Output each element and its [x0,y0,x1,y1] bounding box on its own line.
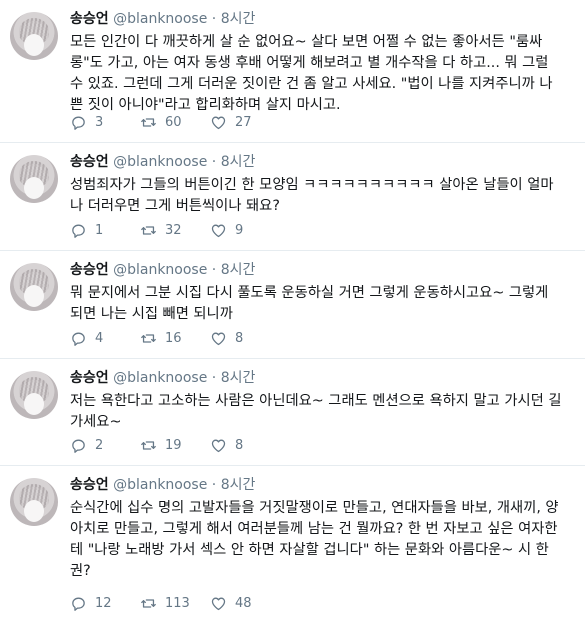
tweet-timestamp[interactable]: 8시간 [221,370,256,386]
tweet[interactable]: 송승언 @blanknoose · 8시간 순식간에 십수 명의 고발자들을 거… [0,466,585,623]
retweet-button[interactable]: 60 [140,114,210,131]
like-count: 27 [235,114,252,130]
reply-icon [72,597,85,611]
retweet-count: 19 [165,437,182,453]
reply-icon [72,224,85,238]
tweet-header: 송승언 @blanknoose · 8시간 [70,153,573,171]
tweet-header: 송승언 @blanknoose · 8시간 [70,476,573,494]
heart-icon [211,224,226,237]
retweet-icon [141,598,156,608]
retweet-count: 32 [165,222,182,238]
tweet-timestamp[interactable]: 8시간 [221,154,256,170]
author-name[interactable]: 송승언 [70,11,109,27]
tweet-header: 송승언 @blanknoose · 8시간 [70,369,573,387]
tweet-timestamp[interactable]: 8시간 [221,262,256,278]
separator-dot: · [211,370,217,386]
reply-count: 1 [95,222,104,238]
retweet-button[interactable]: 16 [140,330,210,347]
tweet-header: 송승언 @blanknoose · 8시간 [70,261,573,279]
separator-dot: · [211,11,217,27]
reply-button[interactable]: 4 [70,330,140,347]
tweet-text: 모든 인간이 다 깨끗하게 살 순 없어요~ 살다 보면 어쩔 수 없는 좋아서… [70,34,553,113]
tweet-text: 저는 욕한다고 고소하는 사람은 아닌데요~ 그래도 멘션으로 욕하지 말고 가… [70,393,562,430]
tweet[interactable]: 송승언 @blanknoose · 8시간 뭐 문지에서 그분 시집 다시 풀도… [0,251,585,359]
author-name[interactable]: 송승언 [70,262,109,278]
reply-count: 3 [95,114,104,130]
like-button[interactable]: 48 [210,595,280,612]
retweet-icon [141,333,156,343]
reply-icon [72,439,85,453]
author-handle[interactable]: @blanknoose [113,11,207,27]
retweet-count: 16 [165,330,182,346]
avatar[interactable] [10,263,58,311]
avatar[interactable] [10,478,58,526]
heart-icon [211,439,226,452]
reply-button[interactable]: 2 [70,437,140,454]
author-handle[interactable]: @blanknoose [113,477,207,493]
reply-count: 12 [95,595,112,611]
reply-button[interactable]: 1 [70,222,140,239]
separator-dot: · [211,477,217,493]
like-button[interactable]: 9 [210,222,280,239]
like-button[interactable]: 8 [210,437,280,454]
reply-icon [72,332,85,346]
retweet-button[interactable]: 32 [140,222,210,239]
like-count: 8 [235,330,244,346]
reply-icon [72,116,85,130]
retweet-icon [141,117,156,127]
reply-button[interactable]: 3 [70,114,140,131]
reply-count: 2 [95,437,104,453]
heart-icon [211,332,226,345]
tweet[interactable]: 송승언 @blanknoose · 8시간 모든 인간이 다 깨끗하게 살 순 … [0,0,585,143]
like-button[interactable]: 27 [210,114,280,131]
author-name[interactable]: 송승언 [70,477,109,493]
tweet-actions: 2 19 8 [70,435,280,455]
like-count: 9 [235,222,244,238]
author-name[interactable]: 송승언 [70,154,109,170]
tweet[interactable]: 송승언 @blanknoose · 8시간 성범죄자가 그들의 버튼이긴 한 모… [0,143,585,251]
retweet-count: 113 [165,595,190,611]
like-button[interactable]: 8 [210,330,280,347]
tweet-timestamp[interactable]: 8시간 [221,11,256,27]
tweet-timestamp[interactable]: 8시간 [221,477,256,493]
tweet-actions: 1 32 9 [70,220,280,240]
retweet-button[interactable]: 113 [140,595,210,612]
author-handle[interactable]: @blanknoose [113,154,207,170]
like-count: 48 [235,595,252,611]
timeline-feed: 송승언 @blanknoose · 8시간 모든 인간이 다 깨끗하게 살 순 … [0,0,585,623]
tweet-header: 송승언 @blanknoose · 8시간 [70,10,573,28]
author-handle[interactable]: @blanknoose [113,370,207,386]
tweet-text: 뭐 문지에서 그분 시집 다시 풀도록 운동하실 거면 그렇게 운동하시고요~ … [70,285,549,322]
retweet-icon [141,225,156,235]
author-handle[interactable]: @blanknoose [113,262,207,278]
tweet-text: 순식간에 십수 명의 고발자들을 거짓말쟁이로 만들고, 연대자들을 바보, 개… [70,500,559,579]
retweet-icon [141,440,156,450]
heart-icon [211,116,226,129]
reply-button[interactable]: 12 [70,595,140,612]
reply-count: 4 [95,330,104,346]
tweet-actions: 4 16 8 [70,328,280,348]
avatar[interactable] [10,155,58,203]
avatar[interactable] [10,371,58,419]
separator-dot: · [211,154,217,170]
heart-icon [211,597,226,610]
tweet-actions: 3 60 27 [70,112,280,132]
tweet-actions: 12 113 48 [70,593,280,613]
tweet[interactable]: 송승언 @blanknoose · 8시간 저는 욕한다고 고소하는 사람은 아… [0,359,585,466]
avatar[interactable] [10,12,58,60]
retweet-button[interactable]: 19 [140,437,210,454]
retweet-count: 60 [165,114,182,130]
separator-dot: · [211,262,217,278]
like-count: 8 [235,437,244,453]
author-name[interactable]: 송승언 [70,370,109,386]
tweet-text: 성범죄자가 그들의 버튼이긴 한 모양임 ㅋㅋㅋㅋㅋㅋㅋㅋㅋㅋ 살아온 날들이 … [70,177,554,214]
